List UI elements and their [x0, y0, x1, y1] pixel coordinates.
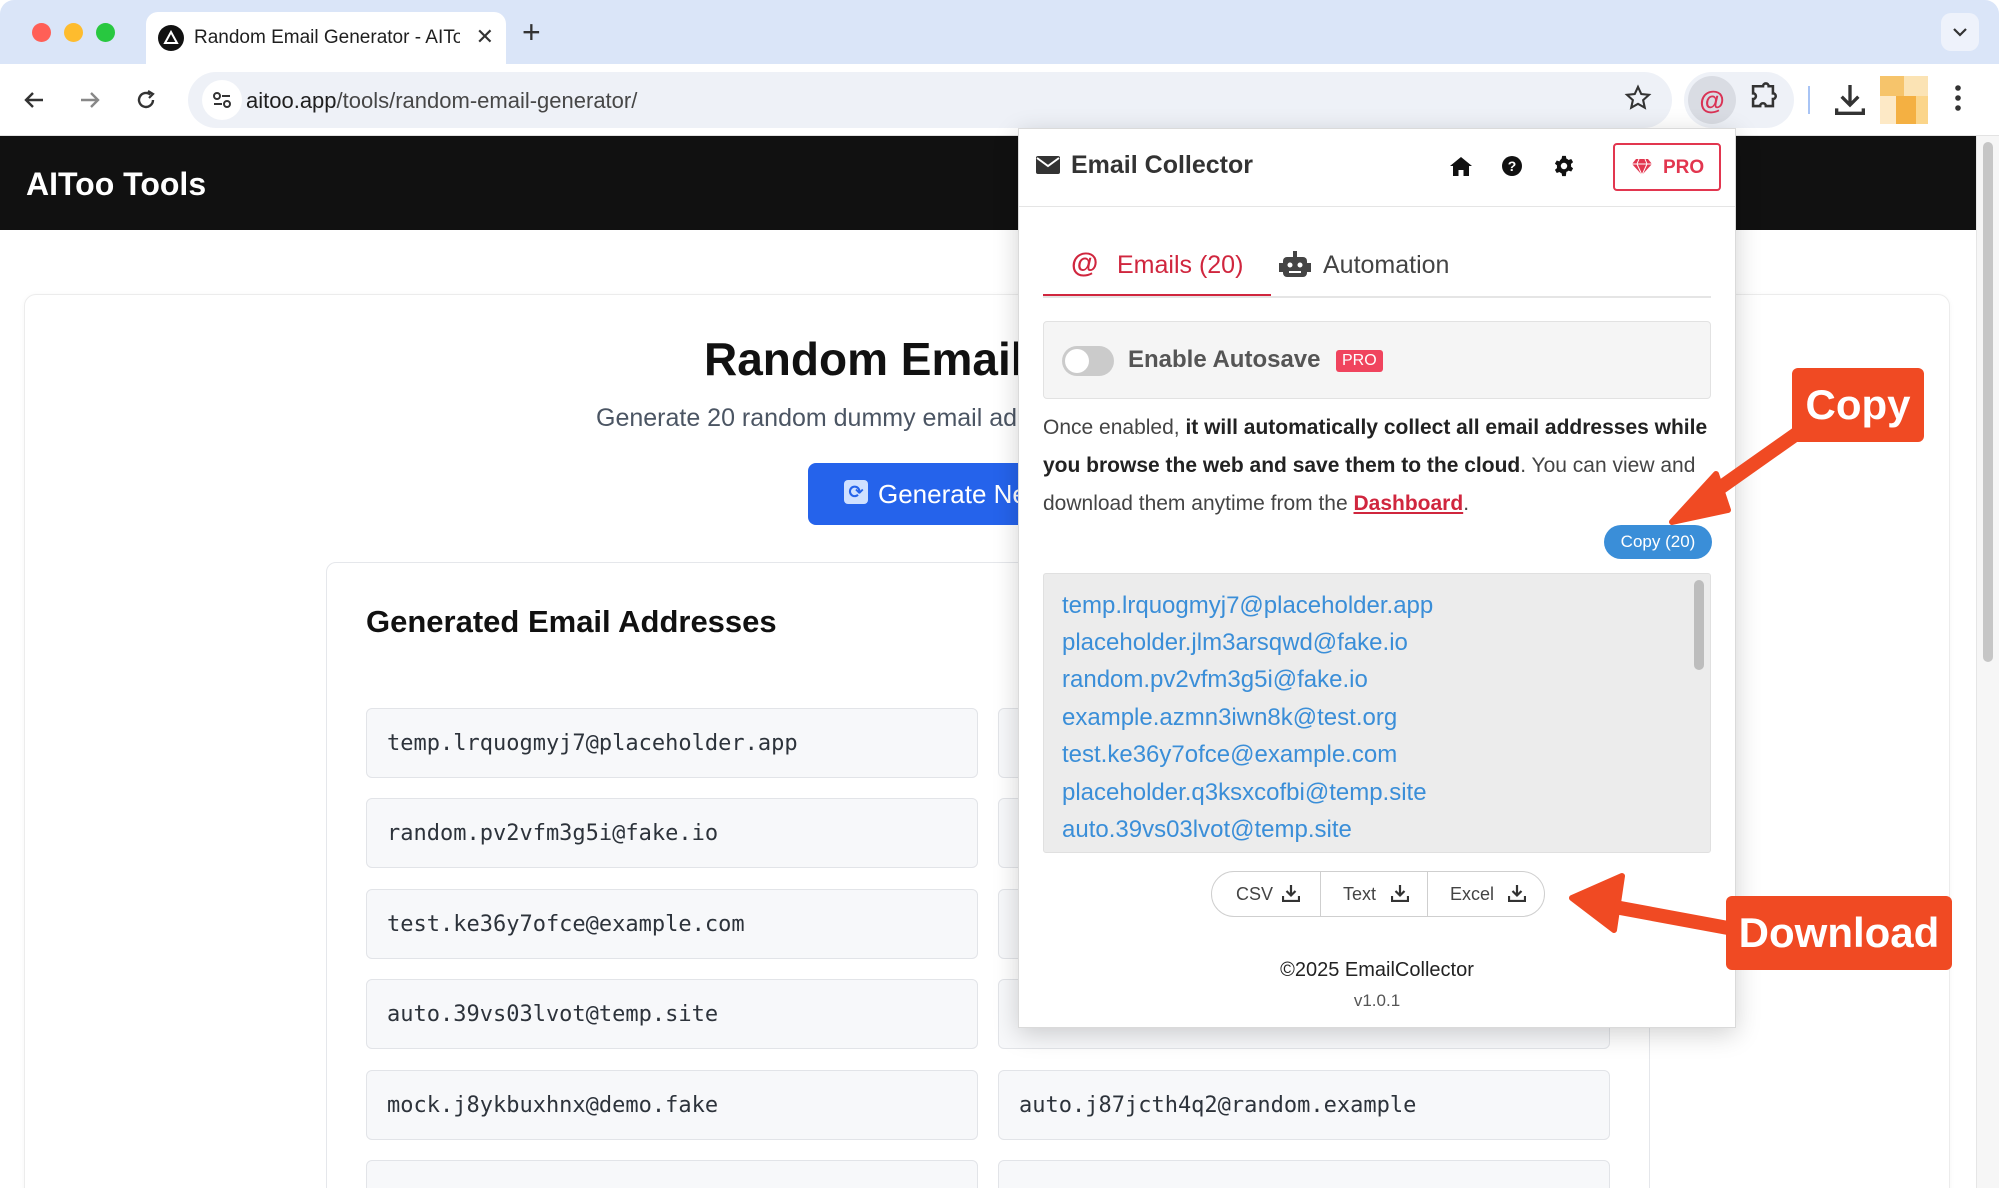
annotation-arrows: [1569, 423, 1809, 935]
download-callout: Download: [1726, 896, 1952, 970]
download-arrow: [1597, 898, 1735, 935]
download-arrow-head: [1569, 873, 1625, 933]
copy-arrow-head: [1669, 471, 1731, 525]
copy-callout: Copy: [1792, 368, 1924, 442]
